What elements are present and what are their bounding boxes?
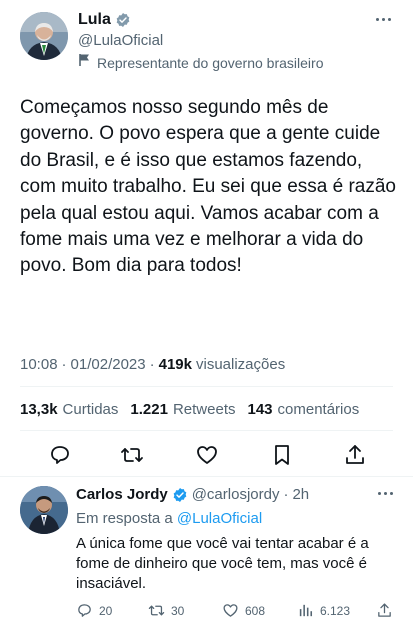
reply-action-bar: 20 30 608 6.123 [76,602,396,622]
reply-likes-count: 608 [245,603,266,618]
reply-views-button[interactable]: 6.123 [297,602,350,619]
in-reply-mention-link[interactable]: @LulaOficial [177,510,262,527]
reply-views-count: 6.123 [320,603,351,618]
more-icon-dot [384,492,387,495]
like-icon [223,604,238,617]
more-icon [375,17,379,21]
reply-more-options-button[interactable] [378,492,393,495]
more-options-button[interactable] [373,14,393,24]
affiliation-row: Representante do governo brasileiro [78,53,323,72]
reply-avatar[interactable] [20,486,68,534]
bookmark-icon[interactable] [270,443,294,467]
share-icon[interactable] [343,443,367,467]
reply-icon[interactable] [48,443,72,467]
affiliation-label: Representante do governo brasileiro [97,54,324,71]
reply-time[interactable]: 2h [292,486,309,503]
meta-separator: · [61,356,67,373]
author-display-name[interactable]: Lula [78,11,111,29]
reply-retweet-button[interactable]: 30 [148,602,184,619]
tweet-header: Lula @LulaOficial Representante do gover… [0,0,413,80]
tweet-text: Começamos nosso segundo mês de governo. … [20,97,396,277]
tweet-action-bar [0,440,413,470]
carlos-jordy-avatar [20,486,68,534]
more-icon-dot [390,492,393,495]
verified-badge-icon [115,12,131,28]
share-icon [378,603,391,617]
reply-reply-button[interactable]: 20 [76,602,112,619]
reply-header: Carlos Jordy @carlosjordy · 2h [76,486,309,503]
tweet-meta: 10:08 · 01/02/2023 · 419k visualizações [20,356,285,373]
flag-icon [78,53,91,72]
views-label: visualizações [196,356,286,373]
tweet-time[interactable]: 10:08 [20,356,58,373]
meta-separator: · [149,356,155,373]
reply-replies-count: 20 [99,603,113,618]
divider [0,476,413,477]
author-name-row: Lula [78,11,131,29]
like-icon[interactable] [195,443,219,467]
retweets-label[interactable]: Retweets [173,401,236,418]
reply-retweets-count: 30 [171,603,185,618]
more-icon-dot [381,17,385,21]
author-handle[interactable]: @LulaOficial [78,32,163,49]
in-reply-prefix: Em resposta a [76,510,173,527]
likes-count[interactable]: 13,3k [20,401,58,418]
views-icon [299,604,313,617]
reply-icon [78,604,91,617]
comments-label[interactable]: comentários [278,401,360,418]
retweet-icon [148,605,165,616]
divider [20,386,393,387]
retweet-icon[interactable] [120,443,144,467]
likes-label[interactable]: Curtidas [63,401,119,418]
avatar[interactable] [20,12,68,60]
engagement-stats: 13,3k Curtidas 1.221 Retweets 143 coment… [20,401,366,418]
lula-avatar [20,12,68,60]
reply-display-name[interactable]: Carlos Jordy [76,486,168,503]
more-icon-dot [387,17,391,21]
reply-handle[interactable]: @carlosjordy [192,486,280,503]
more-icon [378,492,381,495]
comments-count[interactable]: 143 [247,401,272,418]
divider [20,430,393,431]
reply-text: A única fome que você vai tentar acabar … [76,535,369,592]
reply-share-button[interactable] [376,602,393,619]
retweets-count[interactable]: 1.221 [130,401,168,418]
reply-like-button[interactable]: 608 [222,602,265,619]
verified-badge-icon [172,487,188,503]
tweet-date[interactable]: 01/02/2023 [71,356,146,373]
in-reply-to: Em resposta a @LulaOficial [76,510,262,527]
meta-separator: · [283,486,289,503]
views-count: 419k [158,356,192,373]
